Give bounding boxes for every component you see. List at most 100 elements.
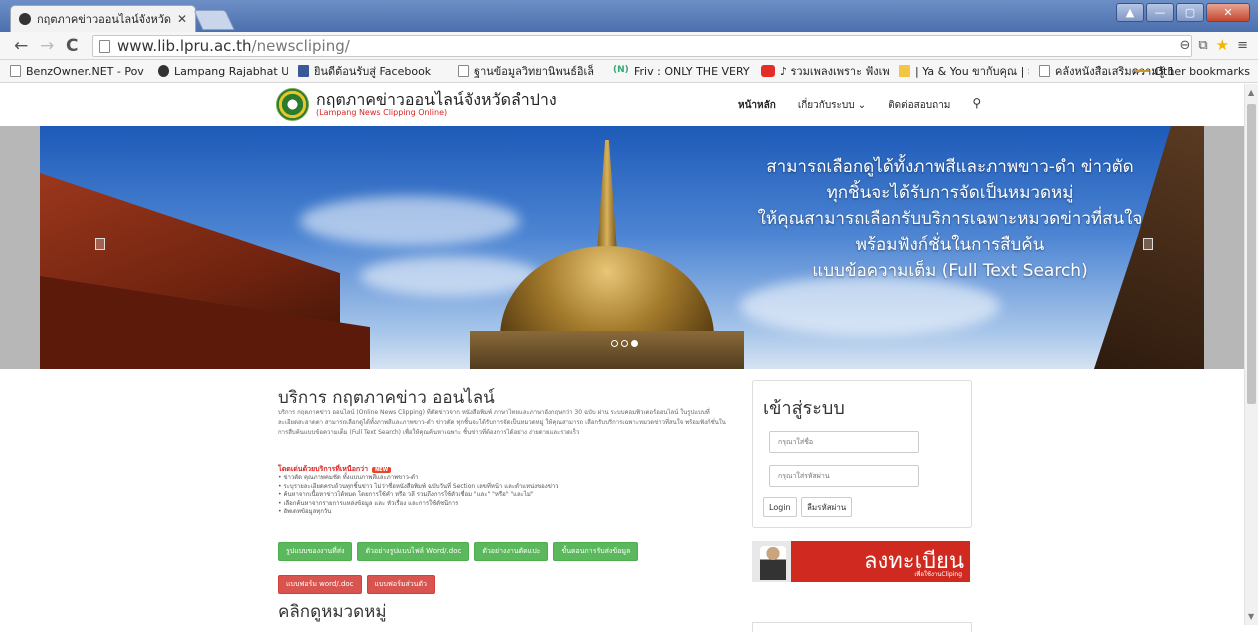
feature-item: • ระบุรายละเอียดครบถ้วนทุกชิ้นข่าว ไม่ว่… [278, 482, 559, 490]
nav-contact[interactable]: ติดต่อสอบถาม [888, 98, 950, 113]
window-titlebar: กฤตภาคข่าวออนไลน์จังหวัดลำ ✕ ▲ — ▢ ✕ [0, 0, 1258, 32]
site-header: กฤตภาคข่าวออนไลน์จังหวัดลำปาง (Lampang N… [0, 84, 1244, 126]
menu-icon[interactable]: ≡ [1237, 38, 1248, 54]
bookmark-label: ฐานข้อมูลวิทยานิพนธ์อิเล็ [474, 65, 595, 78]
page-icon [1039, 65, 1050, 77]
password-input[interactable] [769, 465, 919, 487]
new-tab-button[interactable] [193, 10, 235, 30]
hero-line: พร้อมฟังก์ชั่นในการสืบค้น [855, 235, 1045, 255]
university-logo[interactable] [276, 88, 309, 121]
hand-icon [899, 65, 910, 77]
maximize-button[interactable]: ▢ [1176, 3, 1204, 22]
reload-icon[interactable]: C [66, 36, 78, 56]
page-icon [99, 40, 110, 53]
slider-prev-button[interactable] [95, 238, 105, 250]
scroll-down-icon[interactable]: ▼ [1248, 612, 1254, 621]
facebook-icon [298, 65, 309, 77]
tab-title: กฤตภาคข่าวออนไลน์จังหวัดลำ [37, 13, 171, 26]
bookmark-star-icon[interactable]: ★ [1216, 36, 1229, 54]
features-list: • ข่าวตัด คุณภาพคมชัด ทั้งแบบภาพสีและภาพ… [278, 474, 559, 517]
register-banner[interactable]: ลงทะเบียน เพื่อใช้งานCliping [752, 541, 970, 582]
feature-item: • ข่าวตัด คุณภาพคมชัด ทั้งแบบภาพสีและภาพ… [278, 474, 419, 481]
page-scrollbar[interactable]: ▲ ▼ [1244, 84, 1258, 625]
bookmark-item[interactable]: | Ya & You ขากับคุณ | ส [899, 62, 1029, 80]
hero-line: ให้คุณสามารถเลือกรับบริการเฉพาะหมวดข่าวท… [757, 209, 1143, 229]
scroll-up-icon[interactable]: ▲ [1248, 88, 1254, 97]
username-input[interactable] [769, 431, 919, 453]
friv-icon: (N) [613, 65, 629, 75]
cloud [740, 276, 1000, 336]
window-extra-button[interactable]: ▲ [1116, 3, 1144, 22]
slider-dot-active[interactable] [631, 340, 638, 347]
folder-icon [1135, 70, 1150, 72]
login-button[interactable]: Login [763, 497, 797, 517]
feature-item: • อัพเดทข้อมูลทุกวัน [278, 508, 332, 516]
feature-item: • ค้นหาจากเนื้อหาข่าวได้หมด โดยการใช้คำ … [278, 491, 534, 499]
forward-arrow-icon[interactable]: → [40, 36, 54, 56]
slider-dots [611, 340, 638, 347]
url-path: /newscliping/ [251, 37, 350, 55]
bookmark-item[interactable]: BenzOwner.NET - Pov [10, 65, 148, 78]
person-icon [760, 546, 786, 580]
hero-image: สามารถเลือกดูได้ทั้งภาพสีและภาพขาว-ดำ ข่… [40, 126, 1204, 369]
cloud [300, 196, 520, 246]
category-title: คลิกดูหมวดหมู่ [278, 602, 387, 622]
login-box: เข้าสู่ระบบ Login ลืมรหัสผ่าน [752, 380, 972, 528]
browser-tab[interactable]: กฤตภาคข่าวออนไลน์จังหวัดลำ ✕ [10, 5, 196, 32]
minimize-button[interactable]: — [1146, 3, 1174, 22]
word-sample-button[interactable]: ตัวอย่างรูปแบบไฟล์ Word/.doc [357, 542, 470, 561]
clip-sample-button[interactable]: ตัวอย่างงานตัดแปะ [474, 542, 549, 561]
green-button-row: รูปแบบของงานที่ส่ง ตัวอย่างรูปแบบไฟล์ Wo… [278, 542, 639, 561]
forgot-password-button[interactable]: ลืมรหัสผ่าน [801, 497, 853, 517]
zoom-icon[interactable]: ⊖ [1179, 38, 1190, 54]
register-subtext: เพื่อใช้งานCliping [914, 571, 962, 578]
other-bookmarks[interactable]: Other bookmarks [1135, 65, 1250, 78]
site-favicon-icon [19, 13, 31, 25]
hero-line: ทุกชิ้นจะได้รับการจัดเป็นหมวดหมู่ [826, 183, 1074, 203]
search-icon[interactable]: ⚲ [972, 96, 981, 113]
service-title: บริการ กฤตภาคข่าว ออนไลน์ [278, 388, 495, 408]
nav-about[interactable]: เกี่ยวกับระบบ ⌄ [798, 98, 866, 113]
bookmark-item[interactable]: (N) Friv : ONLY THE VERY [613, 65, 751, 78]
service-description: บริการ กฤตภาคข่าว ออนไลน์ (Online News C… [278, 409, 726, 436]
format-button[interactable]: รูปแบบของงานที่ส่ง [278, 542, 353, 561]
bookmark-item[interactable]: ยินดีต้อนรับสู่ Facebook [298, 62, 448, 80]
page-icon [10, 65, 21, 77]
bookmark-item[interactable]: ฐานข้อมูลวิทยานิพนธ์อิเล็ [458, 62, 603, 80]
slider-next-button[interactable] [1143, 238, 1153, 250]
back-arrow-icon[interactable]: ← [14, 36, 28, 56]
red-button-row: แบบฟอร์ม word/.doc แบบฟอร์มส่วนตัว [278, 575, 435, 594]
university-icon [158, 65, 169, 77]
main-nav: หน้าหลัก เกี่ยวกับระบบ ⌄ ติดต่อสอบถาม ⚲ [738, 96, 981, 113]
cloud [360, 256, 540, 296]
bookmark-label: BenzOwner.NET - Pov [26, 64, 144, 78]
bookmark-label: ♪ รวมเพลงเพราะ ฟังเพล [780, 65, 889, 78]
bookmark-item[interactable]: ♪ รวมเพลงเพราะ ฟังเพล [761, 62, 889, 80]
tab-close-icon[interactable]: ✕ [177, 12, 187, 26]
bookmark-label: ยินดีต้อนรับสู่ Facebook [314, 65, 432, 78]
process-steps-button[interactable]: ขั้นตอนการรับส่งข้อมูล [553, 542, 639, 561]
browser-toolbar: ← → C www.lib.lpru.ac.th/newscliping/ ⊖ … [0, 32, 1258, 60]
feature-item: • เลือกค้นหาจากรายการแหล่งข้อมูล และ หัว… [278, 499, 459, 507]
bookmarks-bar: BenzOwner.NET - Pov Lampang Rajabhat Ur … [0, 60, 1258, 83]
bookmark-item[interactable]: Lampang Rajabhat Ur [158, 65, 288, 78]
other-bookmarks-label: Other bookmarks [1154, 64, 1250, 78]
hero-slider: สามารถเลือกดูได้ทั้งภาพสีและภาพขาว-ดำ ข่… [0, 126, 1244, 369]
page-icon [458, 65, 469, 77]
new-badge: NEW [372, 466, 392, 473]
sidebar-box [752, 622, 972, 632]
nav-home[interactable]: หน้าหลัก [738, 98, 776, 113]
word-form-button[interactable]: แบบฟอร์ม word/.doc [278, 575, 362, 594]
translate-icon[interactable]: ⧉ [1198, 38, 1207, 54]
slider-dot[interactable] [621, 340, 628, 347]
slider-dot[interactable] [611, 340, 618, 347]
bookmark-label: | Ya & You ขากับคุณ | ส [915, 65, 1029, 78]
address-bar[interactable]: www.lib.lpru.ac.th/newscliping/ [92, 35, 1192, 57]
close-window-button[interactable]: ✕ [1206, 3, 1250, 22]
personal-form-button[interactable]: แบบฟอร์มส่วนตัว [366, 575, 435, 594]
bookmark-label: Lampang Rajabhat Ur [174, 64, 288, 78]
hero-caption: สามารถเลือกดูได้ทั้งภาพสีและภาพขาว-ดำ ข่… [680, 154, 1204, 284]
hero-line: สามารถเลือกดูได้ทั้งภาพสีและภาพขาว-ดำ ข่… [766, 157, 1134, 177]
hero-line: แบบข้อความเต็ม (Full Text Search) [812, 261, 1088, 281]
scroll-thumb[interactable] [1247, 104, 1256, 404]
